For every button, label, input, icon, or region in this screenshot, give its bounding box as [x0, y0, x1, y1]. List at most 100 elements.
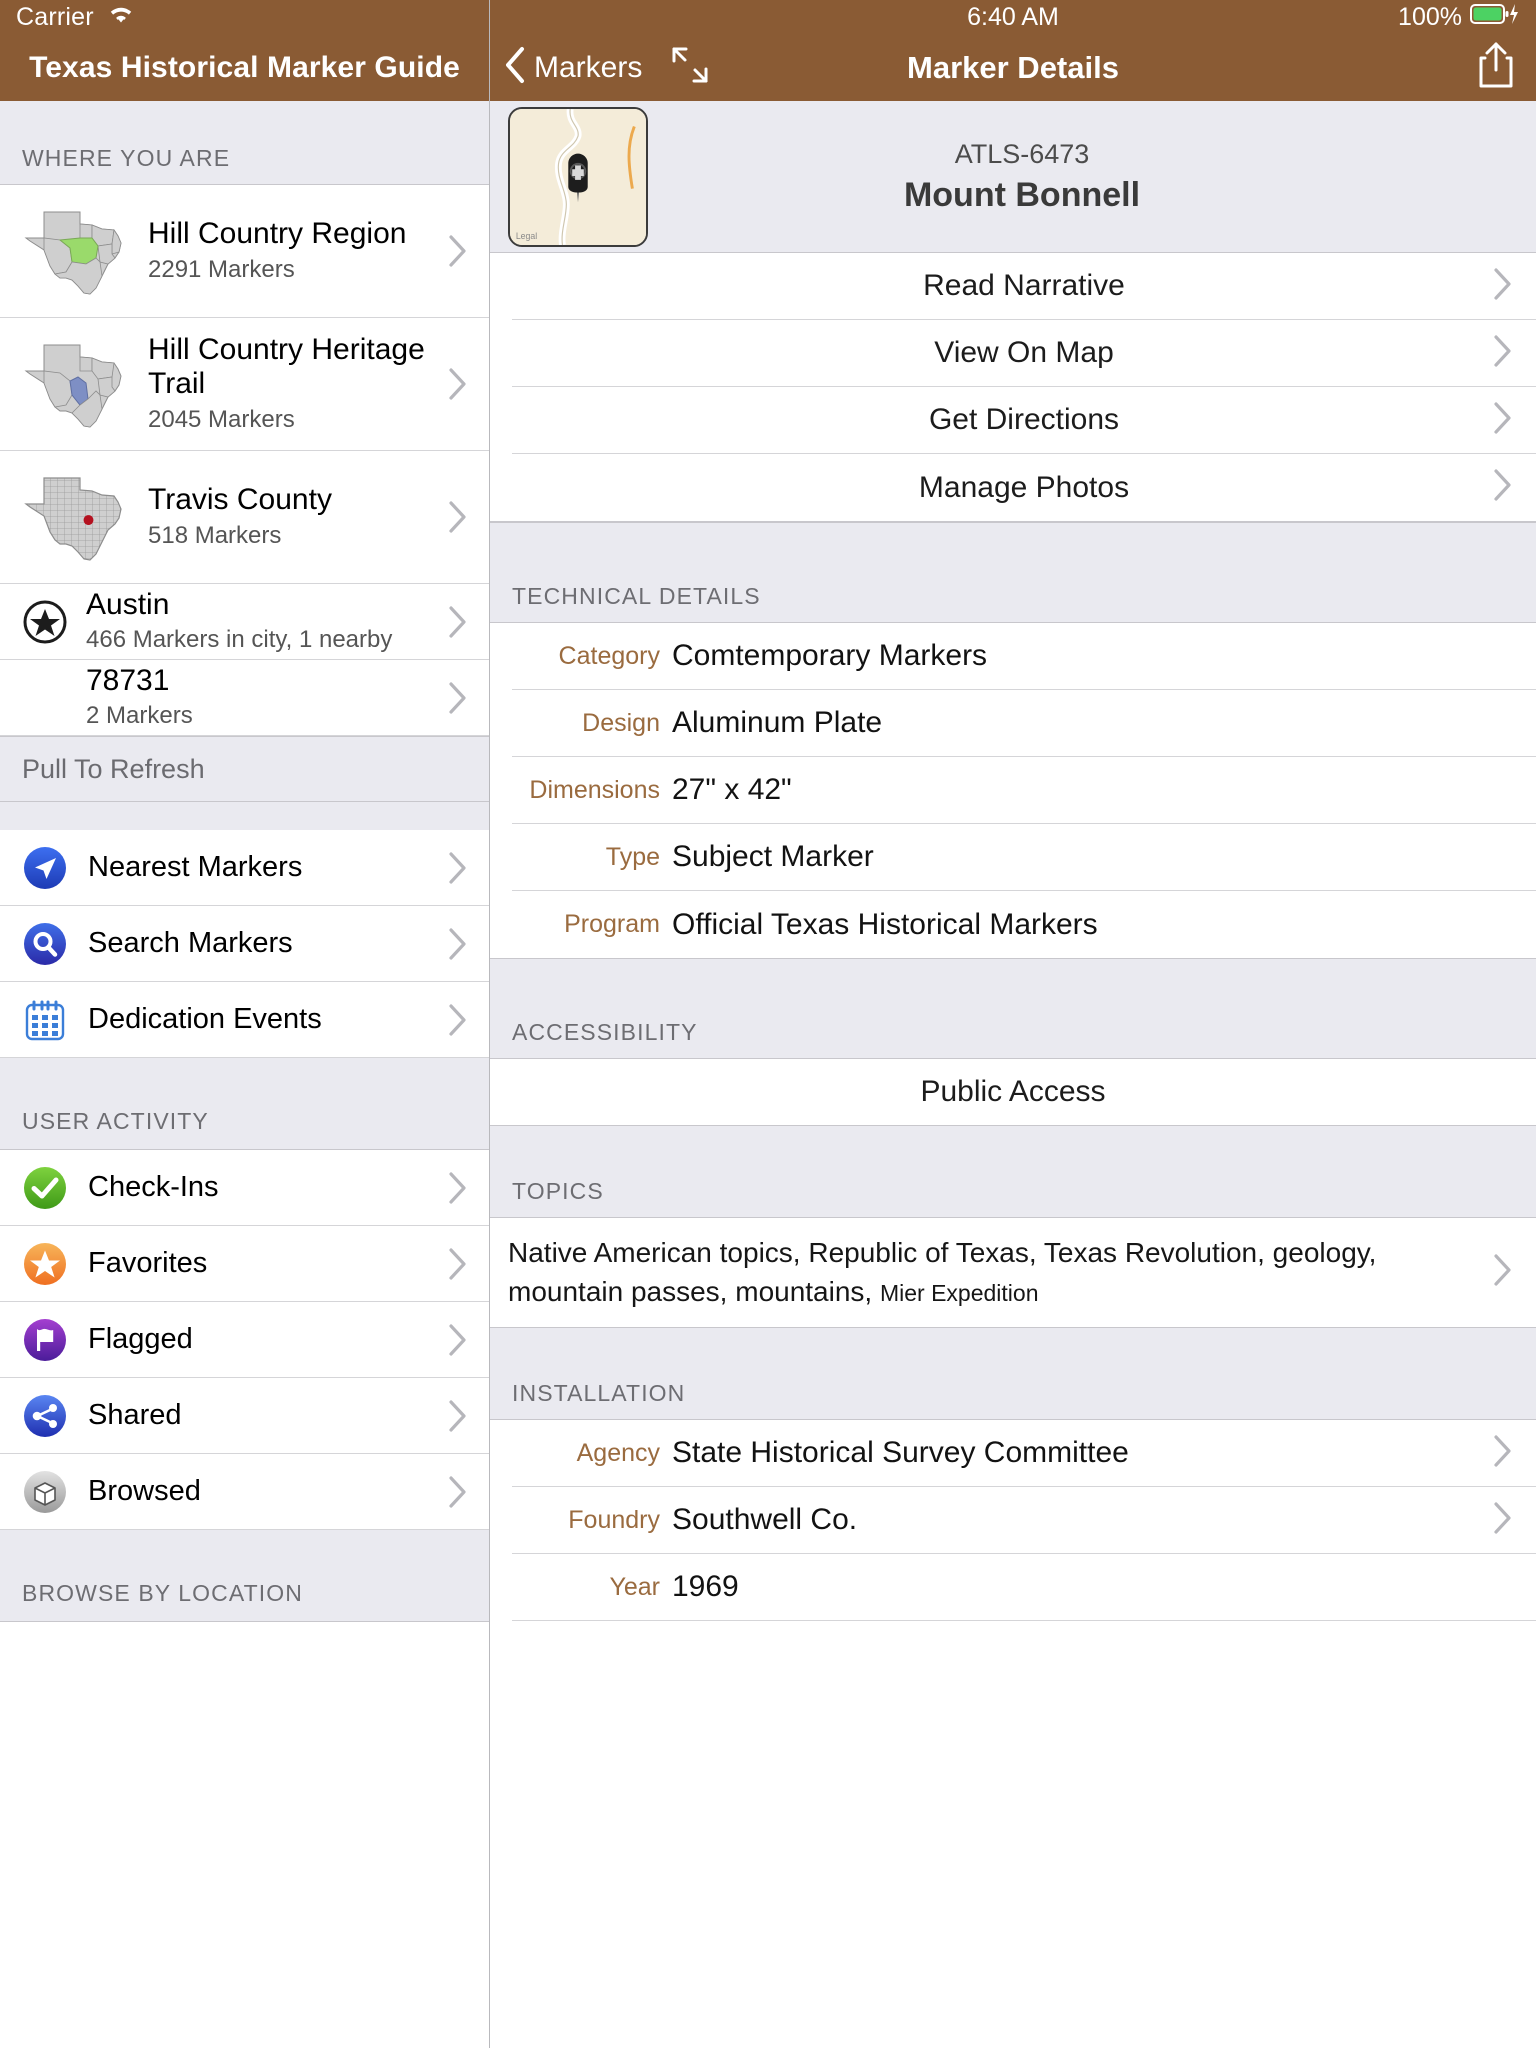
chevron-right-icon: [449, 1323, 489, 1356]
sidebar-item-detail: 466 Markers in city, 1 nearby: [86, 626, 393, 654]
marker-hero: Legal ATLS-6473 Mount Bonnell: [490, 101, 1536, 253]
share-circle-blue-icon: [22, 1393, 68, 1439]
sidebar-item-detail: 2291 Markers: [148, 255, 295, 283]
section-header-installation: INSTALLATION: [490, 1328, 1536, 1421]
sidebar: Carrier Texas Historical Marker Guide WH…: [0, 0, 490, 2048]
star-circle-icon: [22, 599, 68, 645]
detail-title: Marker Details: [907, 49, 1119, 85]
sidebar-item-label: Nearest Markers: [88, 851, 303, 884]
sidebar-item-texts: Nearest Markers: [82, 851, 449, 883]
sidebar-item-search-markers[interactable]: Search Markers: [0, 906, 489, 982]
chevron-right-icon: [449, 681, 489, 714]
sidebar-item-texts: Shared: [82, 1399, 449, 1431]
sidebar-item-label: Flagged: [88, 1323, 193, 1356]
detail-value: Official Texas Historical Markers: [672, 907, 1098, 941]
sidebar-item-shared[interactable]: Shared: [0, 1378, 489, 1454]
carrier-label: Carrier: [16, 2, 94, 31]
detail-value: Subject Marker: [672, 840, 874, 873]
chevron-right-icon: [449, 605, 489, 638]
marker-actions-group: Read Narrative View On Map Get Direction…: [490, 253, 1536, 522]
detail-key: Foundry: [568, 1505, 660, 1534]
sidebar-item-check-ins[interactable]: Check-Ins: [0, 1150, 489, 1226]
sidebar-item-texts: Check-Ins: [82, 1171, 449, 1203]
detail-row-year: Year 1969: [512, 1554, 1536, 1622]
action-get-directions[interactable]: Get Directions: [512, 387, 1536, 454]
action-read-narrative[interactable]: Read Narrative: [512, 253, 1536, 320]
sidebar-item-texts: Search Markers: [82, 927, 449, 959]
mini-map-with-marker-pin-icon[interactable]: Legal: [508, 106, 648, 247]
sidebar-item-label: Austin: [86, 587, 170, 621]
sidebar-item-label: 78731: [86, 663, 170, 697]
sidebar-item-zip-78731[interactable]: 78731 2 Markers: [0, 660, 489, 736]
chevron-right-icon: [449, 927, 489, 960]
detail-value: 27" x 42": [672, 773, 792, 806]
pull-to-refresh-label[interactable]: Pull To Refresh: [0, 736, 489, 802]
sidebar-item-hill-country-region[interactable]: Hill Country Region 2291 Markers: [0, 185, 489, 318]
chevron-right-icon: [1494, 401, 1512, 439]
action-label: View On Map: [934, 336, 1114, 369]
chevron-right-icon: [1494, 1435, 1512, 1472]
detail-navbar: Markers Marker Details: [490, 34, 1536, 101]
sidebar-item-flagged[interactable]: Flagged: [0, 1302, 489, 1378]
action-label: Manage Photos: [918, 470, 1130, 504]
share-up-icon[interactable]: [1474, 40, 1518, 95]
marker-hero-text: ATLS-6473 Mount Bonnell: [648, 139, 1536, 215]
sidebar-item-travis-county[interactable]: Travis County 518 Markers: [0, 451, 489, 584]
sidebar-item-texts: 78731 2 Markers: [80, 664, 449, 732]
action-view-on-map[interactable]: View On Map: [512, 320, 1536, 387]
chevron-right-icon: [449, 1171, 489, 1204]
chevron-right-icon: [1494, 469, 1512, 506]
sidebar-item-label: Dedication Events: [88, 1003, 322, 1036]
sidebar-scroll[interactable]: WHERE YOU ARE Hill Country Region 2291 M…: [0, 101, 489, 2048]
detail-row-design: Design Aluminum Plate: [512, 690, 1536, 757]
navigation-arrow-icon: [22, 845, 68, 891]
expand-diagonal-icon[interactable]: [668, 45, 712, 90]
sidebar-item-nearest-markers[interactable]: Nearest Markers: [0, 830, 489, 906]
back-button[interactable]: Markers: [504, 46, 642, 89]
action-manage-photos[interactable]: Manage Photos: [512, 454, 1536, 521]
sidebar-item-texts: Dedication Events: [82, 1003, 449, 1035]
detail-key: Design: [582, 708, 660, 737]
section-header-topics: TOPICS: [490, 1126, 1536, 1218]
detail-row-agency[interactable]: Agency State Historical Survey Committee: [512, 1420, 1536, 1488]
sidebar-item-label: Check-Ins: [88, 1171, 219, 1204]
sidebar-item-label: Shared: [88, 1399, 182, 1432]
app-title: Texas Historical Marker Guide: [29, 50, 460, 84]
sidebar-item-texts: Browsed: [82, 1475, 449, 1507]
sidebar-navbar: Texas Historical Marker Guide: [0, 34, 489, 101]
detail-key: Category: [558, 641, 660, 670]
sidebar-item-texts: Hill Country Heritage Trail 2045 Markers: [142, 333, 449, 434]
section-header-accessibility: ACCESSIBILITY: [490, 958, 1536, 1059]
chevron-right-icon: [449, 235, 489, 267]
sidebar-item-label: Hill Country Heritage Trail: [148, 333, 425, 400]
sidebar-item-texts: Favorites: [82, 1247, 449, 1279]
sidebar-item-label: Hill Country Region: [148, 217, 407, 251]
detail-key: Program: [564, 910, 660, 938]
sidebar-item-favorites[interactable]: Favorites: [0, 1226, 489, 1302]
calendar-icon: [22, 997, 68, 1043]
detail-value: State Historical Survey Committee: [672, 1436, 1129, 1470]
sidebar-item-dedication-events[interactable]: Dedication Events: [0, 982, 489, 1058]
texas-counties-map-red-icon: [22, 462, 142, 572]
topics-row[interactable]: Native American topics, Republic of Texa…: [490, 1218, 1536, 1329]
search-icon: [22, 921, 68, 967]
sidebar-item-detail: 2 Markers: [86, 702, 193, 730]
back-button-label: Markers: [534, 50, 643, 84]
flag-circle-purple-icon: [22, 1317, 68, 1363]
chevron-right-icon: [449, 501, 489, 533]
detail-row-program: Program Official Texas Historical Marker…: [512, 891, 1536, 958]
detail-key: Agency: [576, 1438, 660, 1467]
sidebar-item-austin[interactable]: Austin 466 Markers in city, 1 nearby: [0, 584, 489, 660]
sidebar-item-texts: Austin 466 Markers in city, 1 nearby: [80, 588, 449, 656]
detail-row-foundry[interactable]: Foundry Southwell Co.: [512, 1487, 1536, 1555]
check-circle-icon: [22, 1165, 68, 1211]
detail-key: Dimensions: [529, 775, 660, 804]
section-header-user-activity: USER ACTIVITY: [0, 1058, 489, 1150]
status-bar-left: Carrier: [0, 0, 489, 34]
detail-value: Comtemporary Markers: [672, 639, 988, 672]
marker-atls-id: ATLS-6473: [954, 138, 1090, 169]
topics-text: Native American topics, Republic of Texa…: [508, 1234, 1494, 1311]
sidebar-item-hill-country-heritage-trail[interactable]: Hill Country Heritage Trail 2045 Markers: [0, 318, 489, 451]
sidebar-item-browsed[interactable]: Browsed: [0, 1454, 489, 1530]
chevron-right-icon: [1494, 267, 1512, 305]
